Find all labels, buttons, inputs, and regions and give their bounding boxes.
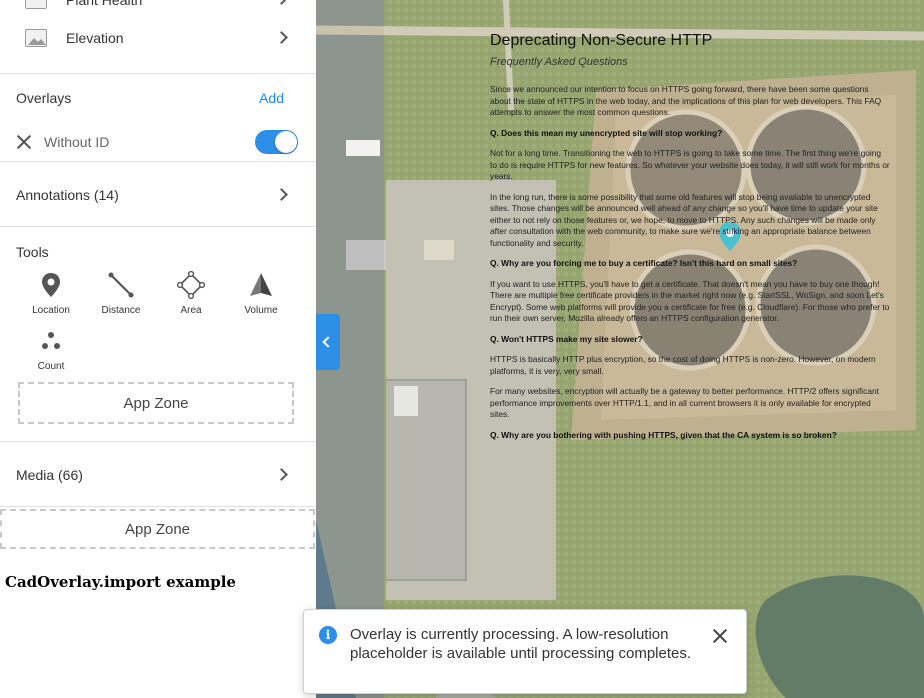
overlay-label: Without ID bbox=[44, 134, 110, 150]
info-icon: i bbox=[319, 626, 337, 644]
cad-overlay-document: Deprecating Non-Secure HTTP Frequently A… bbox=[490, 32, 890, 450]
chevron-right-icon bbox=[275, 468, 288, 481]
tool-label: Volume bbox=[244, 305, 278, 316]
tool-area[interactable]: Area bbox=[156, 271, 226, 316]
chevron-right-icon bbox=[275, 188, 288, 201]
layer-item-plant-health[interactable]: Plant Health bbox=[0, 0, 316, 12]
cad-overlay-example-title: CadOverlay.import example bbox=[5, 573, 236, 591]
divider bbox=[0, 73, 316, 74]
document-paragraph: If you want to use HTTPS, you'll have to… bbox=[490, 278, 890, 324]
annotations-row[interactable]: Annotations (14) bbox=[0, 183, 316, 207]
area-polygon-icon bbox=[177, 271, 205, 299]
divider bbox=[0, 506, 316, 507]
processing-toast: i Overlay is currently processing. A low… bbox=[303, 609, 747, 694]
document-question: Q. Does this mean my unencrypted site wi… bbox=[490, 127, 723, 138]
distance-ruler-icon bbox=[108, 272, 134, 298]
document-paragraph: For many websites, encryption will actua… bbox=[490, 386, 879, 419]
overlays-title: Overlays bbox=[16, 90, 72, 106]
plant-health-layer-icon bbox=[25, 0, 47, 9]
document-paragraph: Not for a long time. Transitioning the w… bbox=[490, 148, 890, 181]
tool-label: Distance bbox=[101, 305, 141, 316]
document-paragraph: Since we announced our intention to focu… bbox=[490, 84, 882, 117]
chevron-right-icon bbox=[275, 0, 288, 5]
document-subtitle: Frequently Asked Questions bbox=[490, 56, 628, 68]
media-row[interactable]: Media (66) bbox=[0, 463, 316, 487]
remove-overlay-icon[interactable] bbox=[16, 134, 32, 150]
count-dots-icon bbox=[42, 332, 60, 349]
add-overlay-button[interactable]: Add bbox=[259, 90, 284, 106]
tool-label: Area bbox=[180, 305, 202, 316]
media-label: Media (66) bbox=[16, 467, 83, 483]
tool-volume[interactable]: Volume bbox=[226, 271, 296, 316]
elevation-layer-icon bbox=[25, 29, 47, 47]
overlay-visibility-toggle[interactable] bbox=[255, 130, 298, 154]
layer-label-elevation: Elevation bbox=[66, 30, 124, 46]
annotations-label: Annotations (14) bbox=[16, 187, 119, 203]
chevron-right-icon bbox=[275, 31, 288, 44]
toast-message: Overlay is currently processing. A low-r… bbox=[350, 626, 692, 662]
tool-location[interactable]: Location bbox=[16, 271, 86, 316]
document-paragraph: In the long run, there is some possibili… bbox=[490, 191, 878, 248]
overlay-item: Without ID bbox=[0, 128, 316, 156]
tool-label: Location bbox=[32, 305, 70, 316]
volume-pyramid-icon bbox=[250, 273, 272, 296]
toggle-knob bbox=[275, 131, 297, 153]
app-zone[interactable]: App Zone bbox=[18, 382, 294, 424]
tool-label: Count bbox=[37, 361, 65, 372]
collapse-sidebar-button[interactable] bbox=[316, 314, 340, 370]
layer-item-elevation[interactable]: Elevation bbox=[0, 26, 316, 50]
location-pin-icon bbox=[42, 273, 60, 297]
document-question: Q. Why are you bothering with pushing HT… bbox=[490, 429, 837, 440]
sidebar-panel: Plant Health Elevation Overlays Add With… bbox=[0, 0, 316, 698]
tool-distance[interactable]: Distance bbox=[86, 271, 156, 316]
divider bbox=[0, 161, 316, 162]
tool-count[interactable]: Count bbox=[16, 329, 86, 372]
document-paragraph: HTTPS is basically HTTP plus encryption,… bbox=[490, 354, 876, 376]
document-title: Deprecating Non-Secure HTTP bbox=[490, 32, 713, 49]
document-question: Q. Why are you forcing me to buy a certi… bbox=[490, 258, 798, 268]
divider bbox=[0, 226, 316, 227]
tools-title: Tools bbox=[16, 244, 49, 260]
divider bbox=[0, 441, 316, 442]
document-question: Q. Won't HTTPS make my site slower? bbox=[490, 333, 643, 344]
app-zone-secondary[interactable]: App Zone bbox=[0, 509, 315, 549]
close-icon[interactable] bbox=[712, 628, 728, 644]
layer-label-plant-health: Plant Health bbox=[66, 0, 143, 8]
